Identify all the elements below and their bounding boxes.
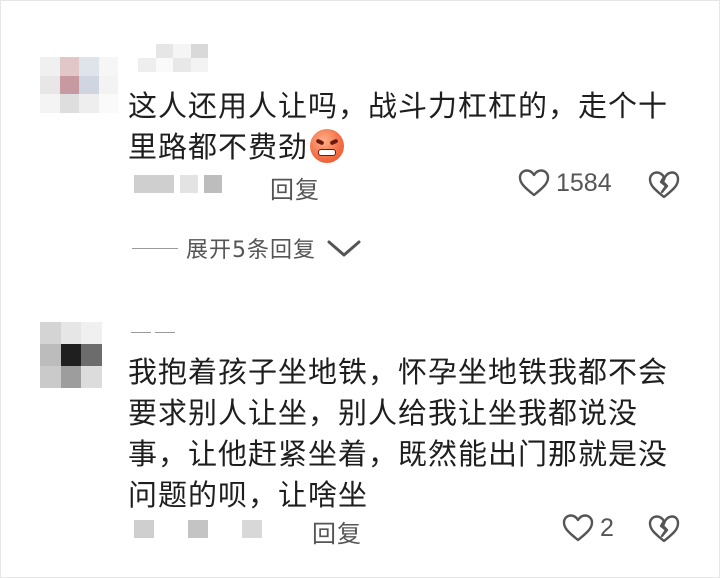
expand-replies-label: 展开5条回复: [186, 238, 316, 263]
comment-meta-blurred: [134, 520, 262, 538]
like-button[interactable]: 1584: [518, 168, 612, 198]
username[interactable]: [131, 332, 151, 333]
reply-button[interactable]: 回复: [312, 514, 362, 549]
comment-meta-blurred: [134, 175, 222, 193]
avatar[interactable]: [40, 57, 118, 113]
chevron-down-icon: [326, 237, 362, 259]
expand-divider: [132, 247, 178, 249]
avatar[interactable]: [40, 322, 102, 388]
expand-replies[interactable]: 展开5条回复: [132, 232, 362, 264]
broken-heart-icon[interactable]: [648, 170, 680, 200]
username[interactable]: [155, 332, 175, 333]
username-blurred[interactable]: [138, 44, 208, 72]
heart-outline-icon: [562, 513, 594, 543]
broken-heart-icon[interactable]: [648, 514, 680, 544]
angry-face-icon: [310, 129, 345, 163]
heart-outline-icon: [518, 168, 550, 198]
reply-button[interactable]: 回复: [270, 170, 320, 205]
like-button[interactable]: 2: [562, 513, 614, 543]
like-count: 1584: [556, 168, 612, 197]
comment-text: 我抱着孩子坐地铁，怀孕坐地铁我都不会要求别人让坐，别人给我让坐我都说没事，让他赶…: [128, 355, 669, 512]
comment-text: 这人还用人让吗，战斗力杠杠的，走个十里路都不费劲: [128, 89, 669, 164]
like-count: 2: [600, 513, 614, 542]
